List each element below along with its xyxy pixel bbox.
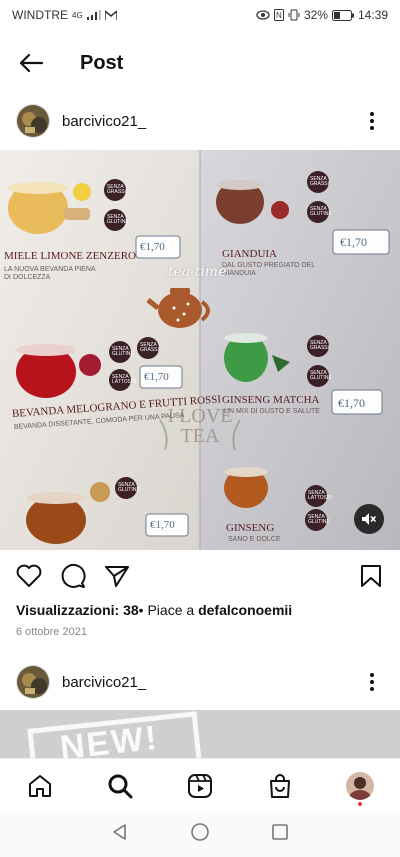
app-bar: Post [0,38,400,88]
share-button[interactable] [102,561,132,591]
back-button[interactable] [0,38,62,88]
carrier-label: WINDTRE [12,8,68,22]
more-options-button[interactable] [360,109,384,133]
badge-label: SENZA GLUTINE [118,482,140,493]
search-icon [108,774,133,798]
i-love-tea-text: I LOVE TEA [167,405,233,447]
menu-item-desc: SANO E DOLCE [228,536,281,543]
avatar[interactable] [16,104,50,138]
post-username[interactable]: barcivico21_ [62,113,360,130]
shop-icon [270,773,290,798]
more-vertical-icon [370,673,374,691]
reels-icon [188,773,212,798]
nfc-icon: N [273,9,284,21]
badge-label: SENZA LATTOSIO [112,374,137,385]
post-header-2: barcivico21_ [0,657,400,707]
system-recents-button[interactable] [271,823,289,846]
svg-text:N: N [276,11,282,20]
send-icon [105,566,129,587]
comment-button[interactable] [58,561,88,591]
battery-icon [331,9,354,21]
price-tag: €1,70 [150,519,175,531]
badge-label: SENZA GRASSI [107,184,126,195]
menu-item-name: GIANDUIA [222,248,277,260]
badge-label: SENZA GRASSI [310,340,329,351]
price-tag: €1,70 [144,371,169,383]
battery-percent: 32% [303,8,328,22]
badge-label: SENZA GLUTINE [112,346,134,357]
status-right: N 32% 14:39 [256,8,388,22]
badge-label: SENZA LATTOSIO [308,490,333,501]
price-tag: €1,70 [340,235,367,249]
system-home-button[interactable] [190,822,210,847]
post-media-2[interactable]: NEW! [0,710,400,758]
badge-label: SENZA GLUTINE [310,370,332,381]
likes-prefix: • Piace a [138,602,199,618]
post-date: 6 ottobre 2021 [16,626,87,638]
save-button[interactable] [356,561,386,591]
nav-reels[interactable] [180,766,220,806]
gmail-icon [104,10,117,20]
vibrate-icon [288,9,300,21]
profile-avatar [346,771,374,800]
nav-shop[interactable] [260,766,300,806]
badge-label: SENZA GRASSI [310,176,329,187]
bottom-navigation [0,758,400,812]
arrow-left-icon [19,53,44,73]
status-bar: WINDTRE 4G N 32% 14:39 [0,0,400,30]
network-label: 4G [72,10,83,20]
page-title: Post [80,51,124,74]
menu-item-name: MIELE LIMONE ZENZERO [4,250,136,262]
system-back-button[interactable] [111,823,129,846]
eye-icon [256,10,270,20]
clock: 14:39 [357,8,388,22]
menu-item-name: GINSENG MATCHA [222,394,320,406]
status-left: WINDTRE 4G [12,8,117,22]
badge-label: SENZA GLUTINE [310,206,332,217]
system-navigation [0,812,400,857]
price-tag: €1,70 [140,241,165,253]
bookmark-icon [361,565,381,587]
price-tag: €1,70 [338,396,365,410]
menu-item-desc: DAL GUSTO PREGIATO DEL GIANDUIA [222,262,315,278]
square-recents-icon [272,824,289,840]
menu-item-name: GINSENG [226,522,275,534]
post-actions [0,558,400,594]
heart-icon [16,564,42,587]
like-button[interactable] [14,561,44,591]
post-header: barcivico21_ [0,96,400,146]
tea-menu-image [0,150,400,550]
home-icon [29,774,51,797]
more-options-button[interactable] [360,670,384,694]
menu-item-desc: LA NUOVA BEVANDA PIENA DI DOLCEZZA [4,266,96,282]
notification-dot [358,801,362,806]
triangle-back-icon [112,824,126,840]
comment-icon [61,563,86,588]
badge-label: SENZA GRASSI [140,342,159,353]
nav-home[interactable] [20,766,60,806]
tea-time-script: tea time [168,264,227,280]
badge-label: SENZA GLUTINE [308,514,330,525]
post-username[interactable]: barcivico21_ [62,674,360,691]
nav-profile[interactable] [340,766,380,806]
more-vertical-icon [370,112,374,130]
signal-icon [86,10,101,20]
nav-search[interactable] [100,766,140,806]
circle-home-icon [191,823,209,841]
views-count[interactable]: Visualizzazioni: 38 [16,602,139,618]
views-and-likes: Visualizzazioni: 38• Piace a defalconoem… [16,602,292,618]
mute-button[interactable] [354,504,384,534]
badge-label: SENZA GLUTINE [107,214,129,225]
avatar[interactable] [16,665,50,699]
liked-by-user[interactable]: defalconoemii [198,602,292,618]
post-media[interactable]: MIELE LIMONE ZENZERO LA NUOVA BEVANDA PI… [0,150,400,550]
volume-off-icon [362,513,377,525]
